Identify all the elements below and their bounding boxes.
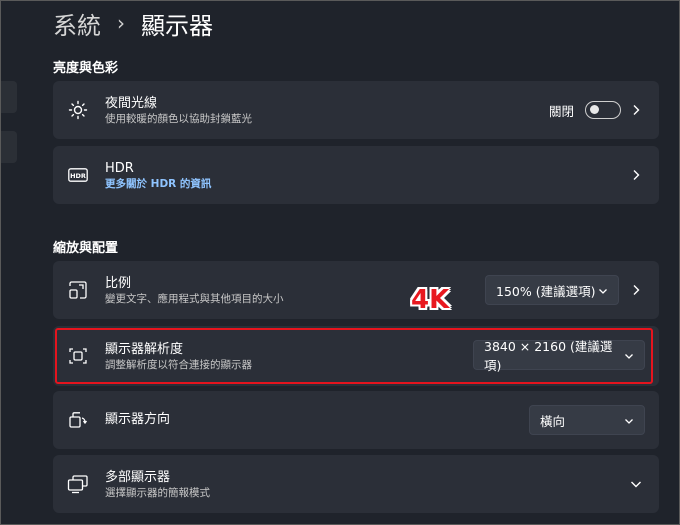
annotation-4k-label: 4K (411, 285, 450, 315)
toggle-knob (590, 105, 599, 114)
orientation-card[interactable]: 顯示器方向 橫向 (53, 391, 659, 449)
scale-card[interactable]: 比例 變更文字、應用程式與其他項目的大小 150% (建議選項) (53, 261, 659, 319)
resolution-dropdown[interactable]: 3840 × 2160 (建議選項) (473, 339, 645, 373)
section-title-scale-layout: 縮放與配置 (53, 241, 119, 256)
resolution-icon (67, 345, 89, 367)
orientation-icon (67, 409, 89, 431)
orientation-texts: 顯示器方向 (105, 411, 170, 428)
hdr-card[interactable]: HDR HDR 更多關於 HDR 的資訊 (53, 146, 659, 204)
resolution-texts: 顯示器解析度 調整解析度以符合連接的顯示器 (105, 341, 252, 372)
breadcrumb-parent[interactable]: 系統 (53, 6, 101, 41)
scale-subtitle: 變更文字、應用程式與其他項目的大小 (105, 292, 284, 305)
resolution-card[interactable]: 顯示器解析度 調整解析度以符合連接的顯示器 3840 × 2160 (建議選項) (53, 326, 659, 386)
orientation-dropdown-value: 橫向 (540, 413, 566, 429)
chevron-right-icon[interactable] (629, 168, 643, 182)
hdr-icon: HDR (67, 164, 89, 186)
multi-display-card[interactable]: 多部顯示器 選擇顯示器的簡報模式 (53, 455, 659, 513)
night-light-texts: 夜間光線 使用較暖的顏色以協助封鎖藍光 (105, 95, 252, 126)
night-light-toggle-label: 關閉 (549, 103, 575, 119)
svg-text:HDR: HDR (70, 172, 86, 180)
scale-dropdown[interactable]: 150% (建議選項) (485, 275, 619, 305)
night-light-card[interactable]: 夜間光線 使用較暖的顏色以協助封鎖藍光 關閉 (53, 81, 659, 139)
breadcrumb-separator: › (117, 11, 125, 35)
section-title-brightness-color: 亮度與色彩 (53, 61, 119, 76)
chevron-down-icon (624, 348, 634, 363)
night-light-toggle[interactable] (585, 101, 621, 119)
chevron-down-icon (598, 283, 608, 298)
multi-display-title: 多部顯示器 (105, 469, 171, 485)
nav-pane-edge-item[interactable] (1, 131, 17, 163)
chevron-down-icon (624, 413, 634, 428)
night-light-title: 夜間光線 (105, 95, 158, 111)
resolution-dropdown-value: 3840 × 2160 (建議選項) (484, 339, 613, 373)
resolution-title: 顯示器解析度 (105, 341, 184, 357)
hdr-info-link[interactable]: 更多關於 HDR 的資訊 (105, 177, 211, 191)
orientation-dropdown[interactable]: 橫向 (529, 405, 645, 435)
multi-display-texts: 多部顯示器 選擇顯示器的簡報模式 (105, 469, 210, 500)
multi-display-icon (67, 473, 89, 495)
breadcrumb: 系統 › 顯示器 (53, 5, 213, 41)
chevron-down-icon[interactable] (629, 477, 643, 491)
scale-texts: 比例 變更文字、應用程式與其他項目的大小 (105, 275, 284, 306)
scale-icon (67, 279, 89, 301)
scale-title: 比例 (105, 275, 132, 291)
brightness-icon (67, 99, 89, 121)
multi-display-subtitle: 選擇顯示器的簡報模式 (105, 486, 210, 499)
nav-pane-edge-item[interactable] (1, 81, 17, 113)
hdr-title: HDR (105, 160, 134, 176)
chevron-right-icon[interactable] (629, 283, 643, 297)
orientation-title: 顯示器方向 (105, 412, 171, 427)
page-title: 顯示器 (141, 11, 213, 40)
resolution-subtitle: 調整解析度以符合連接的顯示器 (105, 358, 252, 371)
night-light-subtitle: 使用較暖的顏色以協助封鎖藍光 (105, 112, 252, 125)
hdr-texts: HDR 更多關於 HDR 的資訊 (105, 160, 211, 191)
scale-dropdown-value: 150% (建議選項) (496, 283, 596, 299)
chevron-right-icon[interactable] (629, 103, 643, 117)
